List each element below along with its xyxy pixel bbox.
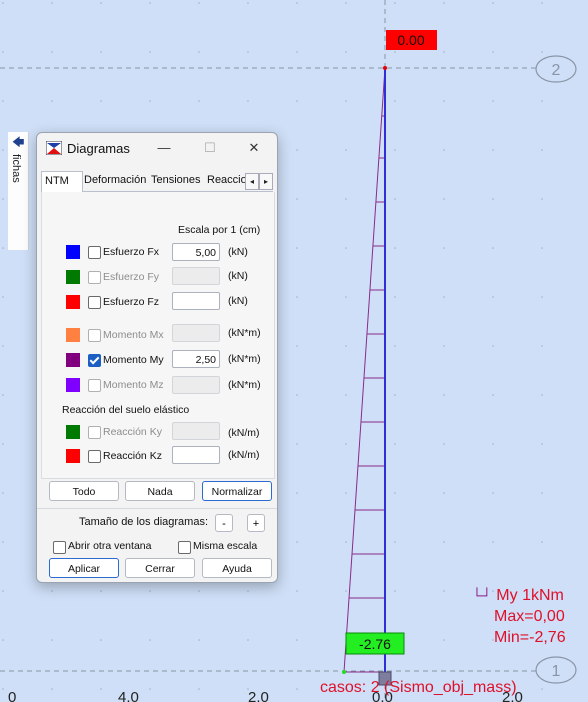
checkbox-my[interactable]: [88, 354, 101, 367]
ntm-panel: Escala por 1 (cm) Esfuerzo Fx 5,00 (kN) …: [41, 192, 275, 479]
tick-label: 0: [8, 689, 16, 702]
checkbox-mx: [88, 329, 101, 342]
maximize-button: ☐: [204, 140, 216, 155]
dialog-title: Diagramas: [67, 141, 130, 156]
legend-max: Max=0,00: [494, 608, 565, 625]
scale-input-fy: [172, 267, 220, 285]
side-tab-label: fichas: [10, 154, 22, 183]
ayuda-button[interactable]: Ayuda: [202, 558, 272, 578]
scale-input-fx[interactable]: 5,00: [172, 243, 220, 261]
unit-my: (kN*m): [228, 353, 261, 365]
tab-scroll-left[interactable]: ◂: [245, 173, 259, 190]
size-minus-button[interactable]: -: [215, 514, 233, 532]
close-button[interactable]: ✕: [241, 138, 267, 158]
checkbox-fx[interactable]: [88, 246, 101, 259]
arrow-left-icon[interactable]: 🡄: [12, 136, 24, 148]
moment-legend-icon: └┘: [472, 587, 492, 603]
size-label: Tamaño de los diagramas:: [79, 516, 209, 528]
misma-label: Misma escala: [193, 540, 258, 552]
color-swatch-fz[interactable]: [66, 295, 80, 309]
label-mz: Momento Mz: [103, 379, 164, 391]
color-swatch-ky: [66, 425, 80, 439]
size-plus-button[interactable]: +: [247, 514, 265, 532]
tick-label: 2.0: [248, 689, 269, 702]
label-fy: Esfuerzo Fy: [103, 271, 160, 283]
scale-header: Escala por 1 (cm): [178, 224, 261, 236]
dialog-titlebar[interactable]: Diagramas — ☐ ✕: [37, 133, 277, 163]
scale-input-kz[interactable]: [172, 446, 220, 464]
scale-input-mx: [172, 324, 220, 342]
tab-tensiones[interactable]: Tensiones: [148, 171, 208, 190]
legend-min: Min=-2,76: [494, 629, 566, 646]
label-fz: Esfuerzo Fz: [103, 296, 160, 308]
color-swatch-mz: [66, 378, 80, 392]
unit-mx: (kN*m): [228, 327, 261, 339]
axis-label-1: 1: [552, 663, 561, 680]
tab-scroll-right[interactable]: ▸: [259, 173, 273, 190]
unit-fy: (kN): [228, 270, 248, 282]
tab-deformacion[interactable]: Deformación: [81, 171, 151, 190]
color-swatch-my[interactable]: [66, 353, 80, 367]
tick-label: 4.0: [118, 689, 139, 702]
unit-fz: (kN): [228, 295, 248, 307]
legend-title: My 1kNm: [496, 587, 564, 604]
scale-input-ky: [172, 422, 220, 440]
checkbox-fz[interactable]: [88, 296, 101, 309]
diagram-legend: └┘ My 1kNm Max=0,00 Min=-2,76: [472, 585, 566, 648]
divider: [37, 508, 277, 509]
label-ky: Reacción Ky: [103, 426, 162, 438]
top-node[interactable]: [383, 66, 387, 70]
label-mx: Momento Mx: [103, 329, 164, 341]
load-case-label: casos: 2 (Sismo_obj_mass): [320, 679, 517, 696]
cerrar-button[interactable]: Cerrar: [125, 558, 195, 578]
checkbox-misma[interactable]: [178, 541, 191, 554]
checkbox-abrir[interactable]: [53, 541, 66, 554]
unit-mz: (kN*m): [228, 379, 261, 391]
checkbox-kz[interactable]: [88, 450, 101, 463]
scale-input-mz: [172, 376, 220, 394]
app-icon: [46, 141, 62, 155]
label-my: Momento My: [103, 354, 164, 366]
minimize-button[interactable]: —: [151, 138, 177, 158]
axis-label-2: 2: [552, 62, 561, 79]
bottom-diagram-node: [342, 670, 346, 674]
fichas-side-tab[interactable]: 🡄 fichas: [8, 132, 29, 250]
bottom-value-label: -2.76: [359, 636, 391, 652]
unit-ky: (kN/m): [228, 427, 260, 439]
tab-ntm[interactable]: NTM: [41, 171, 83, 192]
top-value-label: 0.00: [397, 32, 424, 48]
color-swatch-fy: [66, 270, 80, 284]
diagramas-dialog: Diagramas — ☐ ✕ NTM Deformación Tensione…: [36, 132, 278, 583]
checkbox-ky: [88, 426, 101, 439]
label-kz: Reacción Kz: [103, 450, 162, 462]
checkbox-fy: [88, 271, 101, 284]
soil-header: Reacción del suelo elástico: [62, 404, 190, 416]
label-fx: Esfuerzo Fx: [103, 246, 160, 258]
nada-button[interactable]: Nada: [125, 481, 195, 501]
unit-kz: (kN/m): [228, 449, 260, 461]
scale-input-my[interactable]: 2,50: [172, 350, 220, 368]
aplicar-button[interactable]: Aplicar: [49, 558, 119, 578]
unit-fx: (kN): [228, 246, 248, 258]
color-swatch-kz[interactable]: [66, 449, 80, 463]
color-swatch-fx[interactable]: [66, 245, 80, 259]
scale-input-fz[interactable]: [172, 292, 220, 310]
normalizar-button[interactable]: Normalizar: [202, 481, 272, 501]
todo-button[interactable]: Todo: [49, 481, 119, 501]
abrir-label: Abrir otra ventana: [68, 540, 152, 552]
tab-strip: NTM Deformación Tensiones Reaccio: [41, 171, 273, 192]
checkbox-mz: [88, 379, 101, 392]
color-swatch-mx: [66, 328, 80, 342]
